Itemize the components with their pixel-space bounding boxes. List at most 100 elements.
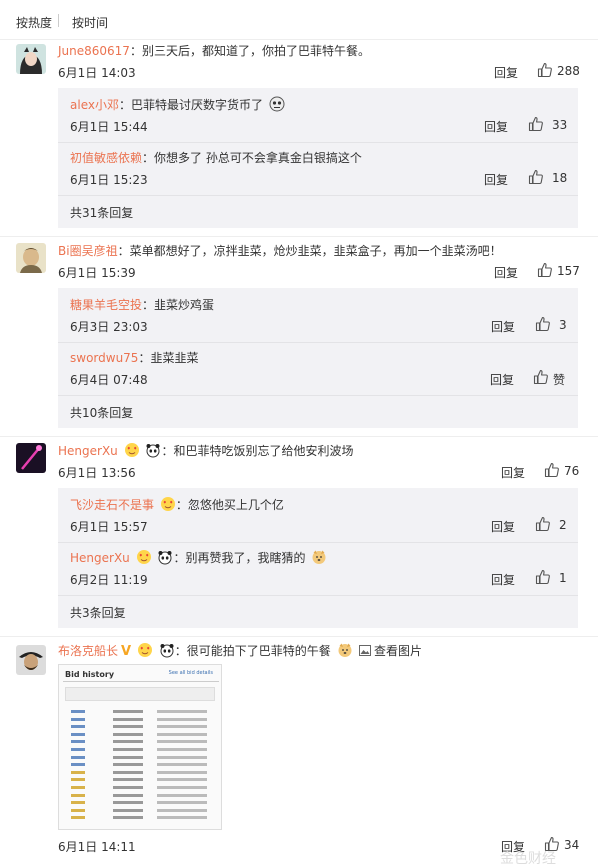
comment-text-line: HengerXu ：和巴菲特吃饭别忘了给他安利波场 [58,442,353,459]
more-replies-link[interactable]: 共31条回复 [70,204,133,221]
avatar-image-icon [16,243,46,273]
like-count: 288 [557,64,580,78]
reply-username[interactable]: HengerXu [70,551,130,565]
thumb-table-row [65,770,217,775]
heart-eyes-emoji-icon [160,497,175,511]
skull-emoji-icon [269,96,285,112]
like-button[interactable] [535,516,551,535]
like-count: 157 [557,264,580,278]
reply-button[interactable]: 回复 [494,264,518,281]
comment-text: 别三天后，都知道了，你拍了巴菲特午餐。 [141,44,370,58]
avatar-image-icon [16,645,46,675]
reply-text-line: 初值敏感依赖：你想多了 孙总可不会拿真金白银搞这个 [70,149,362,166]
reply-button[interactable]: 回复 [491,318,515,335]
reply-time: 6月4日 07:48 [70,373,148,387]
reply-text-line: swordwu75：韭菜韭菜 [70,349,198,366]
thumbs-up-icon [528,116,543,132]
like-button[interactable] [537,62,553,81]
view-image-label: 查看图片 [374,644,423,658]
reply-username[interactable]: 飞沙走石不是事 [70,498,154,512]
verified-badge-icon: V [121,644,132,659]
comment-username[interactable]: Bi圈吴彦祖 [58,244,118,258]
comment-username[interactable]: June860617 [58,44,130,58]
like-button[interactable] [535,569,551,588]
more-replies-link[interactable]: 共10条回复 [70,404,133,421]
reply-time: 6月1日 15:44 [70,120,148,134]
panda-icon [160,644,174,658]
sort-bar: 按热度 按时间 [0,0,598,40]
avatar[interactable] [16,44,46,74]
like-button[interactable] [528,116,544,135]
reply-button[interactable]: 回复 [490,371,514,388]
reply-button[interactable]: 回复 [484,118,508,135]
reply-button[interactable]: 回复 [501,464,525,481]
reply-button[interactable]: 回复 [491,518,515,535]
colon: ： [142,298,155,312]
comment-text: 很可能拍下了巴菲特的午餐 [186,644,331,658]
reply-text-line: 糖果羊毛空投：韭菜炒鸡蛋 [70,296,214,313]
avatar[interactable] [16,243,46,273]
colon: ： [173,551,186,565]
like-button[interactable] [528,169,544,188]
like-count: 76 [564,464,580,478]
reply-text: 你想多了 孙总可不会拿真金白银搞这个 [154,151,362,165]
reply-username[interactable]: swordwu75 [70,351,138,365]
avatar[interactable] [16,645,46,675]
comment-divider [0,436,598,437]
like-button[interactable] [537,262,553,281]
comment-username[interactable]: HengerXu [58,444,118,458]
panda-icon [158,551,172,565]
view-image-link[interactable]: 查看图片 [359,642,422,659]
reply-divider [58,395,578,396]
colon: ： [118,98,131,112]
comment-time: 6月1日 14:03 [58,66,136,80]
thumb-rule [63,681,219,682]
like-count: 33 [552,118,568,132]
heart-eyes-emoji-icon [124,443,139,457]
reply-button[interactable]: 回复 [494,64,518,81]
sort-by-hot-tab[interactable]: 按热度 [16,14,52,31]
reply-button[interactable]: 回复 [484,171,508,188]
thumbs-up-icon [528,169,543,185]
reply-text: 韭菜炒鸡蛋 [154,298,215,312]
thumbs-up-icon [533,369,548,385]
colon: ： [161,444,174,458]
thumbs-up-icon [544,462,559,478]
thumb-table-row [65,777,217,782]
comment-username[interactable]: 布洛克船长 [58,644,118,658]
reply-text: 韭菜韭菜 [150,351,199,365]
reply-username[interactable]: 糖果羊毛空投 [70,298,142,312]
like-button[interactable] [544,462,560,481]
thumb-notice-box [65,687,215,701]
reply-time: 6月2日 11:19 [70,573,148,587]
reply-time: 6月1日 15:23 [70,173,148,187]
reply-divider [58,195,578,196]
more-replies-link[interactable]: 共3条回复 [70,604,126,621]
colon: ： [129,44,142,58]
like-count: 34 [564,838,580,852]
sort-separator [58,14,59,27]
like-count: 3 [559,318,567,332]
like-button[interactable] [533,369,549,388]
thumb-table-row [65,732,217,737]
attached-image-thumbnail[interactable]: Bid history See all bid details [58,664,222,830]
comment-text-line: Bi圈吴彦祖：菜单都想好了，凉拌韭菜，炝炒韭菜，韭菜盒子，再加一个韭菜汤吧！ [58,242,502,259]
like-button[interactable] [535,316,551,335]
avatar[interactable] [16,443,46,473]
reply-button[interactable]: 回复 [491,571,515,588]
reply-username[interactable]: 初值敏感依赖 [70,151,142,165]
comment-divider [0,636,598,637]
sort-by-time-tab[interactable]: 按时间 [72,14,108,31]
colon: ： [138,351,151,365]
reply-username[interactable]: alex小邓 [70,98,119,112]
reply-text: 巴菲特最讨厌数字货币了 [130,98,263,112]
thumb-table-row [65,755,217,760]
like-count: 2 [559,518,567,532]
thumbs-up-icon [535,316,550,332]
heart-eyes-emoji-icon [136,550,151,564]
reply-text-line: HengerXu ：别再赞我了，我瞎猜的 [70,549,327,566]
colon: ： [174,644,187,658]
thumb-table-row [65,739,217,744]
like-label: 赞 [553,373,566,387]
comment-time: 6月1日 15:39 [58,266,136,280]
